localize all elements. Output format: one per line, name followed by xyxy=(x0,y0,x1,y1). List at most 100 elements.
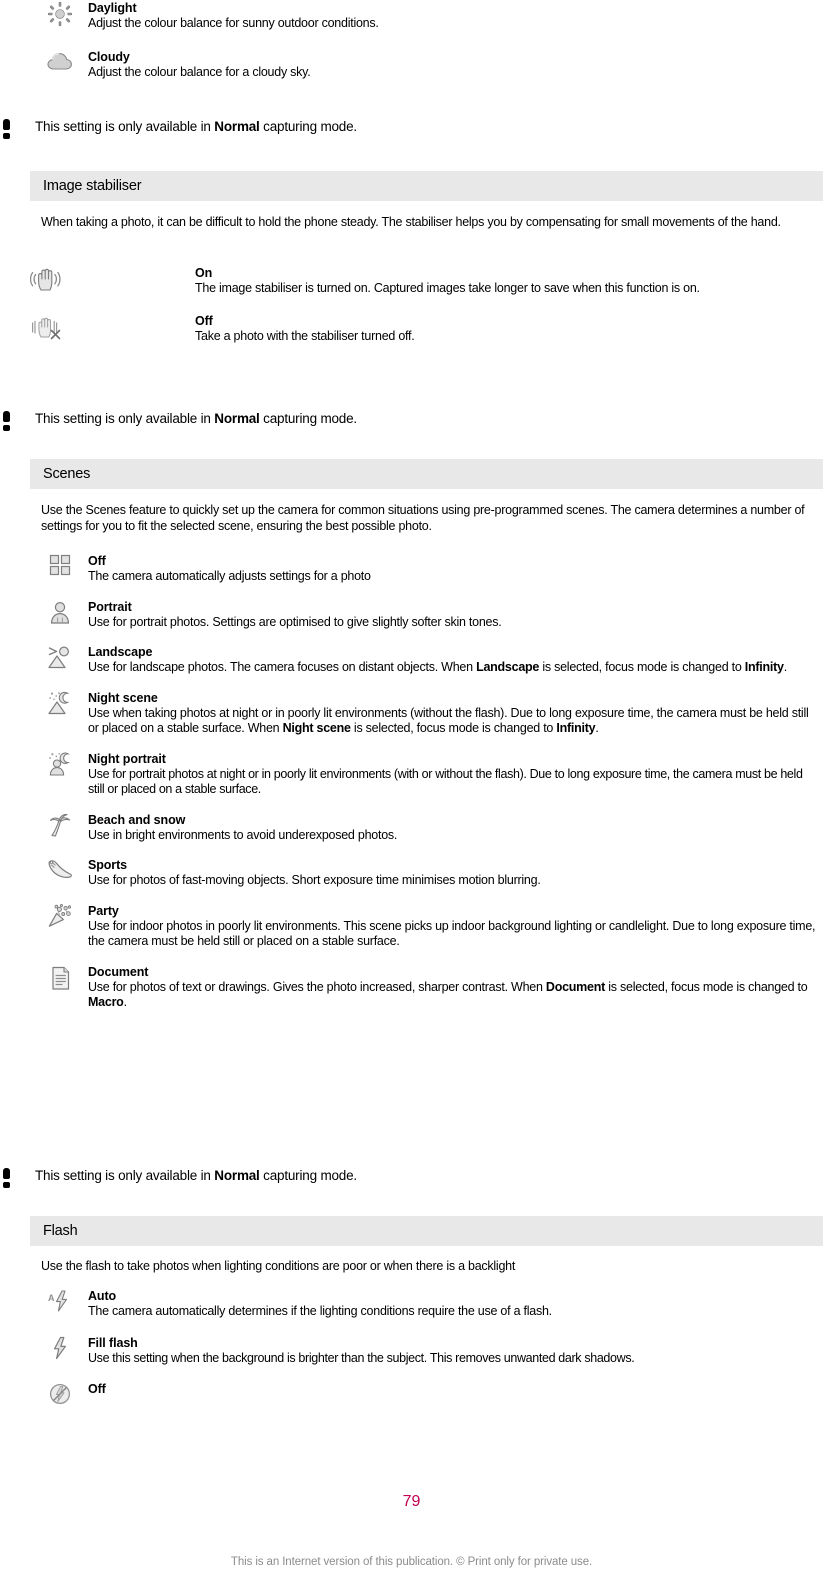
entry-description: Use for portrait photos at night or in p… xyxy=(88,766,803,797)
exclamation-icon xyxy=(0,118,35,139)
entry-description: The camera automatically adjusts setting… xyxy=(88,569,371,583)
cloud-icon xyxy=(32,49,88,72)
note-text-pre: This setting is only available in xyxy=(35,1168,215,1183)
list-item: Sports Use for photos of fast-moving obj… xyxy=(32,857,823,889)
entry-description: Take a photo with the stabiliser turned … xyxy=(195,328,415,343)
grid-squares-icon xyxy=(32,553,88,576)
entry-description: Use for landscape photos. The camera foc… xyxy=(88,660,787,674)
hand-steady-icon xyxy=(0,265,195,292)
note-text: This setting is only available in Normal… xyxy=(35,118,357,136)
entry-title: On xyxy=(195,266,213,280)
night-portrait-icon xyxy=(32,751,88,776)
list-item: Night portrait Use for portrait photos a… xyxy=(32,751,823,798)
list-item: Landscape Use for landscape photos. The … xyxy=(32,644,823,676)
entry-title: Off xyxy=(195,313,213,328)
note-text-post: capturing mode. xyxy=(259,1168,357,1183)
entry-description: The image stabiliser is turned on. Captu… xyxy=(195,281,700,295)
entry-title: Daylight xyxy=(88,1,137,15)
entry-title: Off xyxy=(88,554,106,568)
entry-title: Night scene xyxy=(88,690,158,705)
note-text-pre: This setting is only available in xyxy=(35,119,215,134)
flash-intro: Use the flash to take photos when lighti… xyxy=(41,1259,516,1273)
entry-title: Portrait xyxy=(88,599,132,614)
image-stabiliser-entry-list: On The image stabiliser is turned on. Ca… xyxy=(0,265,823,344)
flash-fill-icon xyxy=(32,1335,88,1360)
entry-description: Use for portrait photos. Settings are op… xyxy=(88,614,502,629)
list-item-body: Beach and snow Use in bright environment… xyxy=(88,812,823,844)
section-heading-scenes: Scenes xyxy=(30,459,823,489)
manual-page: Daylight Adjust the colour balance for s… xyxy=(0,0,823,1583)
entry-description: Use for photos of fast-moving objects. S… xyxy=(88,873,541,887)
sun-icon xyxy=(32,0,88,27)
entry-description: The camera automatically determines if t… xyxy=(88,1304,552,1318)
entry-title: Cloudy xyxy=(88,49,130,64)
list-item: Fill flash Use this setting when the bac… xyxy=(32,1335,823,1367)
entry-description: Use when taking photos at night or in po… xyxy=(88,705,809,736)
section-heading-label: Scenes xyxy=(43,466,91,482)
list-item: Party Use for indoor photos in poorly li… xyxy=(32,903,823,950)
note-scenes: This setting is only available in Normal… xyxy=(0,1167,790,1188)
landscape-mountain-icon xyxy=(32,644,88,669)
note-text-post: capturing mode. xyxy=(259,411,357,426)
list-item-body: Sports Use for photos of fast-moving obj… xyxy=(88,857,823,889)
scenes-intro: Use the Scenes feature to quickly set up… xyxy=(41,503,805,533)
entry-title: Fill flash xyxy=(88,1335,138,1350)
svg-text:A: A xyxy=(48,1293,55,1303)
note-text: This setting is only available in Normal… xyxy=(35,410,357,428)
note-text-bold: Normal xyxy=(214,119,260,134)
note-text-bold: Normal xyxy=(214,1168,260,1183)
list-item-body: On The image stabiliser is turned on. Ca… xyxy=(195,265,790,297)
party-popper-icon xyxy=(32,903,88,928)
list-item: On The image stabiliser is turned on. Ca… xyxy=(0,265,823,297)
entry-title: Off xyxy=(88,1382,106,1396)
entry-title: Landscape xyxy=(88,645,153,659)
note-white-balance: This setting is only available in Normal… xyxy=(0,118,790,139)
list-item-body: Night scene Use when taking photos at ni… xyxy=(88,690,823,737)
list-item-body: Portrait Use for portrait photos. Settin… xyxy=(88,599,823,631)
beach-palm-icon xyxy=(32,812,88,837)
list-item-body: Fill flash Use this setting when the bac… xyxy=(88,1335,823,1367)
flash-entry-list: A Auto The camera automatically determin… xyxy=(32,1288,823,1406)
entry-description: Use this setting when the background is … xyxy=(88,1350,635,1365)
section-heading-flash: Flash xyxy=(30,1216,823,1246)
entry-description: Adjust the colour balance for sunny outd… xyxy=(88,16,379,30)
entry-description: Adjust the colour balance for a cloudy s… xyxy=(88,64,311,79)
white-balance-entry-list: Daylight Adjust the colour balance for s… xyxy=(32,0,823,80)
entry-title: Auto xyxy=(88,1289,117,1303)
note-image-stabiliser: This setting is only available in Normal… xyxy=(0,410,790,431)
note-text-post: capturing mode. xyxy=(259,119,357,134)
flash-auto-icon: A xyxy=(32,1288,88,1313)
entry-title: Party xyxy=(88,903,119,918)
list-item: Daylight Adjust the colour balance for s… xyxy=(32,0,823,32)
exclamation-icon xyxy=(0,1167,35,1188)
exclamation-icon xyxy=(0,410,35,431)
list-item: Document Use for photos of text or drawi… xyxy=(32,964,823,1011)
page-number: 79 xyxy=(402,1493,421,1510)
entry-description: Use for indoor photos in poorly lit envi… xyxy=(88,918,816,949)
list-item: Portrait Use for portrait photos. Settin… xyxy=(32,599,823,631)
list-item: Off xyxy=(32,1381,823,1406)
list-item-body: Off The camera automatically adjusts set… xyxy=(88,553,823,585)
entry-title: Night portrait xyxy=(88,751,166,766)
hand-shaky-icon xyxy=(0,313,195,340)
entry-title: Document xyxy=(88,964,149,979)
section-heading-label: Image stabiliser xyxy=(43,178,142,194)
section-heading-image-stabiliser: Image stabiliser xyxy=(30,171,823,201)
list-item: Off The camera automatically adjusts set… xyxy=(32,553,823,585)
note-text: This setting is only available in Normal… xyxy=(35,1167,357,1185)
portrait-person-icon xyxy=(32,599,88,624)
scenes-entry-list: Off The camera automatically adjusts set… xyxy=(32,553,823,1011)
list-item-body: Document Use for photos of text or drawi… xyxy=(88,964,823,1011)
footer-copyright-note: This is an Internet version of this publ… xyxy=(230,1556,593,1568)
list-item-body: Night portrait Use for portrait photos a… xyxy=(88,751,823,798)
list-item: Night scene Use when taking photos at ni… xyxy=(32,690,823,737)
list-item: Off Take a photo with the stabiliser tur… xyxy=(0,313,823,345)
list-item-body: Party Use for indoor photos in poorly li… xyxy=(88,903,823,950)
list-item-body: Auto The camera automatically determines… xyxy=(88,1288,823,1320)
list-item-body: Cloudy Adjust the colour balance for a c… xyxy=(88,49,823,81)
flash-off-icon xyxy=(32,1381,88,1406)
list-item-body: Landscape Use for landscape photos. The … xyxy=(88,644,823,676)
note-text-bold: Normal xyxy=(214,411,260,426)
list-item-body: Daylight Adjust the colour balance for s… xyxy=(88,0,823,32)
list-item: Beach and snow Use in bright environment… xyxy=(32,812,823,844)
